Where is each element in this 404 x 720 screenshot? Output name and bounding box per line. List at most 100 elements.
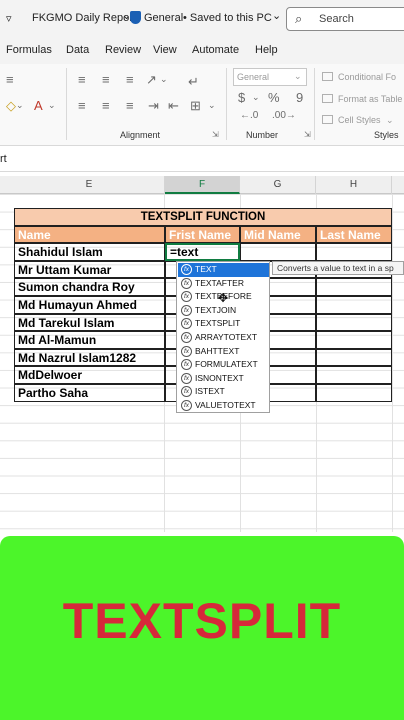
empty-cell[interactable] [316, 366, 392, 384]
name-cell[interactable]: Md Humayun Ahmed [14, 296, 165, 314]
autocomplete-item-label: VALUETOTEXT [195, 400, 256, 410]
currency-icon[interactable]: $ [238, 90, 245, 105]
name-cell[interactable]: Shahidul Islam [14, 243, 165, 261]
empty-cell[interactable] [316, 331, 392, 349]
search-placeholder[interactable]: Search [319, 13, 354, 25]
number-group-label: Number [246, 130, 279, 140]
autocomplete-item[interactable]: fx ISTEXT [178, 385, 269, 399]
conditional-formatting-button[interactable]: Conditional Fo [338, 72, 396, 82]
function-icon: fx [181, 386, 192, 398]
merge-dropdown-icon[interactable]: ⌄ [208, 100, 216, 111]
empty-cell[interactable] [240, 243, 316, 261]
outdent-icon[interactable]: ⇤ [168, 98, 179, 114]
decrease-decimal-icon[interactable]: .00→ [272, 110, 296, 121]
empty-cell[interactable] [316, 243, 392, 261]
name-cell[interactable]: MdDelwoer [14, 366, 165, 384]
search-box[interactable]: ⌕ Search [286, 7, 404, 31]
align-justify-right-icon[interactable]: ≡ [126, 98, 134, 113]
qat-dropdown-icon[interactable]: ▿ [6, 12, 12, 25]
autocomplete-item-label: TEXTAFTER [195, 277, 244, 288]
autocomplete-item[interactable]: fx TEXTAFTER [178, 277, 269, 291]
tab-formulas[interactable]: Formulas [6, 44, 52, 56]
autocomplete-item-label: TEXT [195, 264, 217, 274]
tab-data[interactable]: Data [66, 44, 89, 56]
search-icon: ⌕ [295, 11, 303, 26]
align-left-icon[interactable]: ≡ [78, 72, 86, 87]
header-first-name[interactable]: Frist Name [165, 225, 240, 244]
format-as-table-button[interactable]: Format as Table [338, 94, 402, 104]
header-mid-name[interactable]: Mid Name [240, 225, 316, 244]
table-title[interactable]: TEXTSPLIT FUNCTION [14, 208, 392, 226]
autocomplete-item[interactable]: fx ISNONTEXT [178, 372, 269, 386]
increase-decimal-icon[interactable]: ←.0 [240, 110, 258, 121]
formula-bar[interactable]: rt [0, 146, 404, 172]
autocomplete-item[interactable]: fx FORMULATEXT [178, 358, 269, 372]
empty-cell[interactable] [316, 348, 392, 367]
name-cell[interactable]: Mr Uttam Kumar [14, 260, 165, 279]
name-cell[interactable]: Partho Saha [14, 384, 165, 402]
cell-styles-button[interactable]: Cell Styles [338, 115, 381, 125]
orientation-dropdown-icon[interactable]: ⌄ [160, 74, 168, 85]
save-status-caret-icon[interactable]: ⌄ [272, 9, 281, 22]
comma-style-icon[interactable]: 9 [296, 90, 303, 105]
name-cell[interactable]: Md Al-Mamun [14, 331, 165, 349]
column-header-e[interactable]: E [14, 176, 165, 194]
empty-cell[interactable] [316, 296, 392, 314]
autocomplete-item-label: ISTEXT [195, 386, 225, 397]
number-format-select[interactable]: General ⌄ [233, 68, 307, 86]
function-icon: fx [181, 277, 192, 289]
fill-color-icon[interactable]: ◇ [6, 98, 16, 114]
name-cell[interactable]: Md Nazrul Islam1282 [14, 348, 165, 367]
function-tooltip: Converts a value to text in a sp [272, 261, 404, 275]
align-right-icon[interactable]: ≡ [126, 72, 134, 87]
empty-cell[interactable] [316, 278, 392, 296]
tab-automate[interactable]: Automate [192, 44, 239, 56]
name-cell[interactable]: Sumon chandra Roy [14, 278, 165, 296]
orientation-icon[interactable]: ↗ [146, 72, 157, 88]
header-name[interactable]: Name [14, 225, 165, 244]
fill-color-dropdown-icon[interactable]: ⌄ [16, 100, 24, 111]
number-launcher-icon[interactable]: ⇲ [304, 130, 311, 139]
align-justify-center-icon[interactable]: ≡ [102, 98, 110, 113]
empty-cell[interactable] [316, 384, 392, 402]
autocomplete-item-label: TEXTSPLIT [195, 318, 241, 329]
function-icon: fx [181, 400, 192, 411]
wrap-text-icon[interactable]: ↵ [188, 74, 199, 90]
autocomplete-item[interactable]: fx ARRAYTOTEXT [178, 331, 269, 345]
alignment-launcher-icon[interactable]: ⇲ [212, 130, 219, 139]
header-last-name[interactable]: Last Name [316, 225, 392, 244]
autocomplete-item[interactable]: fx VALUETOTEXT [178, 399, 269, 413]
number-format-dropdown-icon[interactable]: ⌄ [294, 71, 302, 82]
align-justify-left-icon[interactable]: ≡ [78, 98, 86, 113]
autocomplete-item[interactable]: fx BAHTTEXT [178, 345, 269, 359]
column-header-g[interactable]: G [240, 176, 316, 194]
font-color-icon[interactable]: A [34, 98, 43, 113]
styles-group-label: Styles [374, 130, 399, 140]
autocomplete-item[interactable]: fx TEXT [178, 263, 269, 277]
function-icon: fx [181, 318, 192, 330]
name-cell[interactable]: Md Tarekul Islam [14, 313, 165, 332]
tab-view[interactable]: View [153, 44, 177, 56]
font-color-dropdown-icon[interactable]: ⌄ [48, 100, 56, 111]
autocomplete-item[interactable]: fx TEXTJOIN [178, 304, 269, 318]
function-icon: fx [181, 345, 192, 357]
tab-review[interactable]: Review [105, 44, 141, 56]
currency-dropdown-icon[interactable]: ⌄ [252, 92, 260, 103]
title-bar: ▿ FKGMO Daily Report ⌄ General • Saved t… [0, 0, 404, 38]
column-header-h[interactable]: H [316, 176, 392, 194]
empty-cell[interactable] [316, 313, 392, 332]
sensitivity-label[interactable]: General [144, 12, 183, 24]
tab-help[interactable]: Help [255, 44, 278, 56]
active-formula-cell[interactable]: =text [165, 243, 240, 261]
column-header-f[interactable]: F [165, 176, 240, 194]
merge-center-icon[interactable]: ⊞ [190, 98, 201, 114]
percent-icon[interactable]: % [268, 90, 280, 105]
align-center-icon[interactable]: ≡ [102, 72, 110, 87]
name-box-fragment[interactable]: rt [0, 153, 7, 165]
indent-icon[interactable]: ⇥ [148, 98, 159, 114]
align-top-icon[interactable]: ≡ [6, 72, 14, 87]
file-name[interactable]: FKGMO Daily Report [32, 12, 136, 24]
cell-styles-dropdown-icon[interactable]: ⌄ [386, 115, 394, 126]
autocomplete-item[interactable]: fx TEXTSPLIT [178, 317, 269, 331]
move-cursor-icon: ✥ [218, 291, 229, 305]
